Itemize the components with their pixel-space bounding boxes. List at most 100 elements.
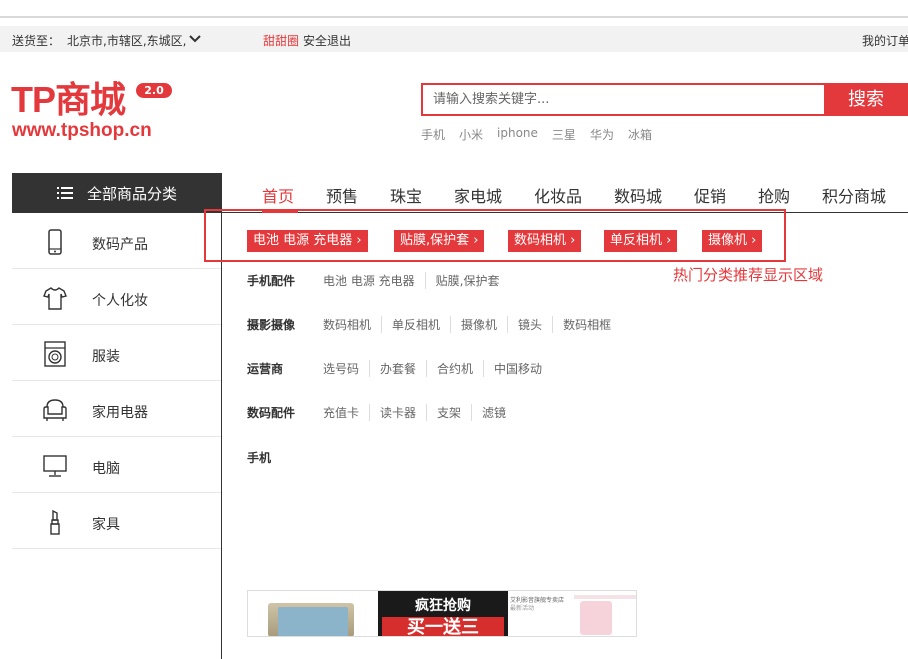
sidebar-item-computer[interactable]: 电脑 [12, 437, 221, 493]
sub-category-link[interactable]: 支架 [426, 403, 471, 421]
top-bar: 送货至： 北京市,市辖区,东城区, 甜甜圈 安全退出 我的订单 [0, 0, 908, 54]
washer-icon [44, 341, 66, 367]
nav-item-appliances[interactable]: 家电城 [454, 183, 502, 207]
sub-category-link[interactable]: 镜头 [507, 315, 552, 333]
hot-word[interactable]: iphone [497, 126, 538, 143]
sub-category-link[interactable]: 中国移动 [483, 359, 552, 377]
sidebar-divider [221, 213, 222, 659]
hot-word[interactable]: 三星 [552, 126, 576, 143]
site-url: www.tpshop.cn [12, 120, 152, 141]
list-menu-icon [56, 187, 73, 199]
sub-category-title[interactable]: 摄影摄像 [247, 316, 323, 333]
sub-category-link[interactable]: 电池 电源 充电器 [323, 272, 425, 289]
sub-category-link[interactable]: 数码相框 [552, 315, 621, 333]
sub-category-link[interactable]: 读卡器 [369, 403, 426, 421]
username-link[interactable]: 甜甜圈 [263, 32, 299, 49]
sidebar-item-digital[interactable]: 数码产品 [12, 213, 221, 269]
product-box-image [580, 601, 612, 635]
hot-tag[interactable]: 摄像机 › [702, 230, 763, 252]
sub-category-row: 数码配件 充值卡 读卡器 支架 滤镜 [247, 402, 516, 422]
sub-category-link[interactable]: 摄像机 [450, 315, 507, 333]
ad-shop-subtitle: 最新活动 [510, 605, 535, 612]
search-box [421, 83, 826, 116]
sub-category-link[interactable]: 充值卡 [323, 404, 369, 421]
chevron-right-icon: › [666, 233, 672, 248]
search-button[interactable]: 搜索 [824, 83, 908, 116]
hot-word[interactable]: 华为 [590, 126, 614, 143]
monitor-icon [43, 455, 67, 477]
hot-area-annotation: 热门分类推荐显示区域 [673, 266, 824, 284]
sidebar-item-label: 家用电器 [92, 405, 148, 421]
sidebar-item-label: 个人化妆 [92, 293, 148, 309]
ad-banner[interactable]: 疯狂抢购 买一送三 艾利影音旗舰专卖店 最新活动 [247, 590, 637, 637]
sidebar-item-appliances[interactable]: 家用电器 [12, 381, 221, 437]
nav-item-flash-sale[interactable]: 抢购 [758, 183, 790, 207]
sub-category-row: 摄影摄像 数码相机 单反相机 摄像机 镜头 数码相框 [247, 314, 621, 334]
sidebar-item-label: 服装 [92, 349, 120, 365]
product-strip [574, 595, 636, 599]
nav-item-digital[interactable]: 数码城 [614, 183, 662, 207]
hot-tag-label: 摄像机 [708, 233, 748, 248]
sub-category-link[interactable]: 贴膜,保护套 [424, 271, 510, 289]
ship-address[interactable]: 北京市,市辖区,东城区, [67, 32, 186, 49]
tshirt-icon [43, 287, 67, 310]
chevron-right-icon: › [751, 233, 757, 248]
hot-tag-label: 单反相机 [610, 233, 663, 248]
nav-item-jewelry[interactable]: 珠宝 [390, 183, 422, 207]
sub-category-link[interactable]: 选号码 [323, 360, 369, 377]
chevron-right-icon: › [356, 233, 362, 248]
all-categories-header[interactable]: 全部商品分类 [12, 173, 222, 213]
sub-category-link[interactable]: 单反相机 [381, 315, 450, 333]
nav-item-home[interactable]: 首页 [262, 183, 294, 207]
hot-word[interactable]: 小米 [459, 126, 483, 143]
hot-tag-label: 贴膜,保护套 [400, 233, 470, 248]
hot-tag[interactable]: 电池 电源 充电器 › [247, 230, 368, 252]
armchair-icon [43, 399, 67, 421]
nav-item-points-mall[interactable]: 积分商城 [822, 183, 886, 207]
promo-panel: 疯狂抢购 买一送三 [378, 591, 508, 636]
nav-item-cosmetics[interactable]: 化妆品 [534, 183, 582, 207]
hot-tag[interactable]: 单反相机 › [604, 230, 678, 252]
chevron-right-icon: › [570, 233, 576, 248]
phone-icon [48, 229, 62, 255]
hot-tag-label: 电池 电源 充电器 [253, 233, 353, 248]
my-orders-link[interactable]: 我的订单 [862, 32, 908, 49]
nav-item-presale[interactable]: 预售 [326, 183, 358, 207]
all-categories-label: 全部商品分类 [86, 184, 177, 203]
sub-category-link[interactable]: 数码相机 [323, 316, 381, 333]
site-logo[interactable]: TP商城 [11, 80, 126, 120]
sub-category-title[interactable]: 手机 [247, 449, 323, 466]
lipstick-icon [50, 509, 60, 535]
promo-subtitle: 买一送三 [382, 617, 504, 636]
hot-word[interactable]: 冰箱 [628, 126, 652, 143]
sub-category-title[interactable]: 数码配件 [247, 404, 323, 421]
sub-category-row: 运营商 选号码 办套餐 合约机 中国移动 [247, 358, 552, 378]
top-divider [0, 16, 908, 18]
sidebar-item-cosmetics[interactable]: 个人化妆 [12, 269, 221, 325]
sub-category-link[interactable]: 办套餐 [369, 359, 426, 377]
hot-tag[interactable]: 贴膜,保护套 › [394, 230, 485, 252]
nav-item-promotion[interactable]: 促销 [694, 183, 726, 207]
hot-tag-label: 数码相机 [514, 233, 567, 248]
sidebar-item-clothing[interactable]: 服装 [12, 325, 221, 381]
sidebar-item-label: 电脑 [92, 461, 120, 477]
sub-category-link[interactable]: 滤镜 [471, 403, 516, 421]
sub-category-row: 手机 [247, 447, 323, 467]
logout-link[interactable]: 安全退出 [303, 32, 351, 49]
sidebar-item-furniture[interactable]: 家具 [12, 493, 221, 549]
sub-category-title[interactable]: 手机配件 [247, 272, 323, 289]
hot-tag[interactable]: 数码相机 › [508, 230, 582, 252]
sidebar-item-label: 数码产品 [92, 237, 148, 253]
sub-category-link[interactable]: 合约机 [426, 359, 483, 377]
search-input[interactable] [423, 85, 824, 114]
sub-category-title[interactable]: 运营商 [247, 360, 323, 377]
main-nav: 首页 预售 珠宝 家电城 化妆品 数码城 促销 抢购 积分商城 [222, 173, 908, 213]
chevron-right-icon: › [473, 233, 479, 248]
logo-version-badge: 2.0 [136, 83, 172, 98]
hot-search-words: 手机 小米 iphone 三星 华为 冰箱 [421, 126, 666, 143]
ship-to-label: 送货至： [12, 34, 61, 48]
product-phone-screen [278, 607, 348, 636]
chevron-down-icon[interactable] [188, 33, 202, 45]
hot-word[interactable]: 手机 [421, 126, 445, 143]
sub-category-row: 手机配件 电池 电源 充电器 贴膜,保护套 [247, 270, 509, 290]
